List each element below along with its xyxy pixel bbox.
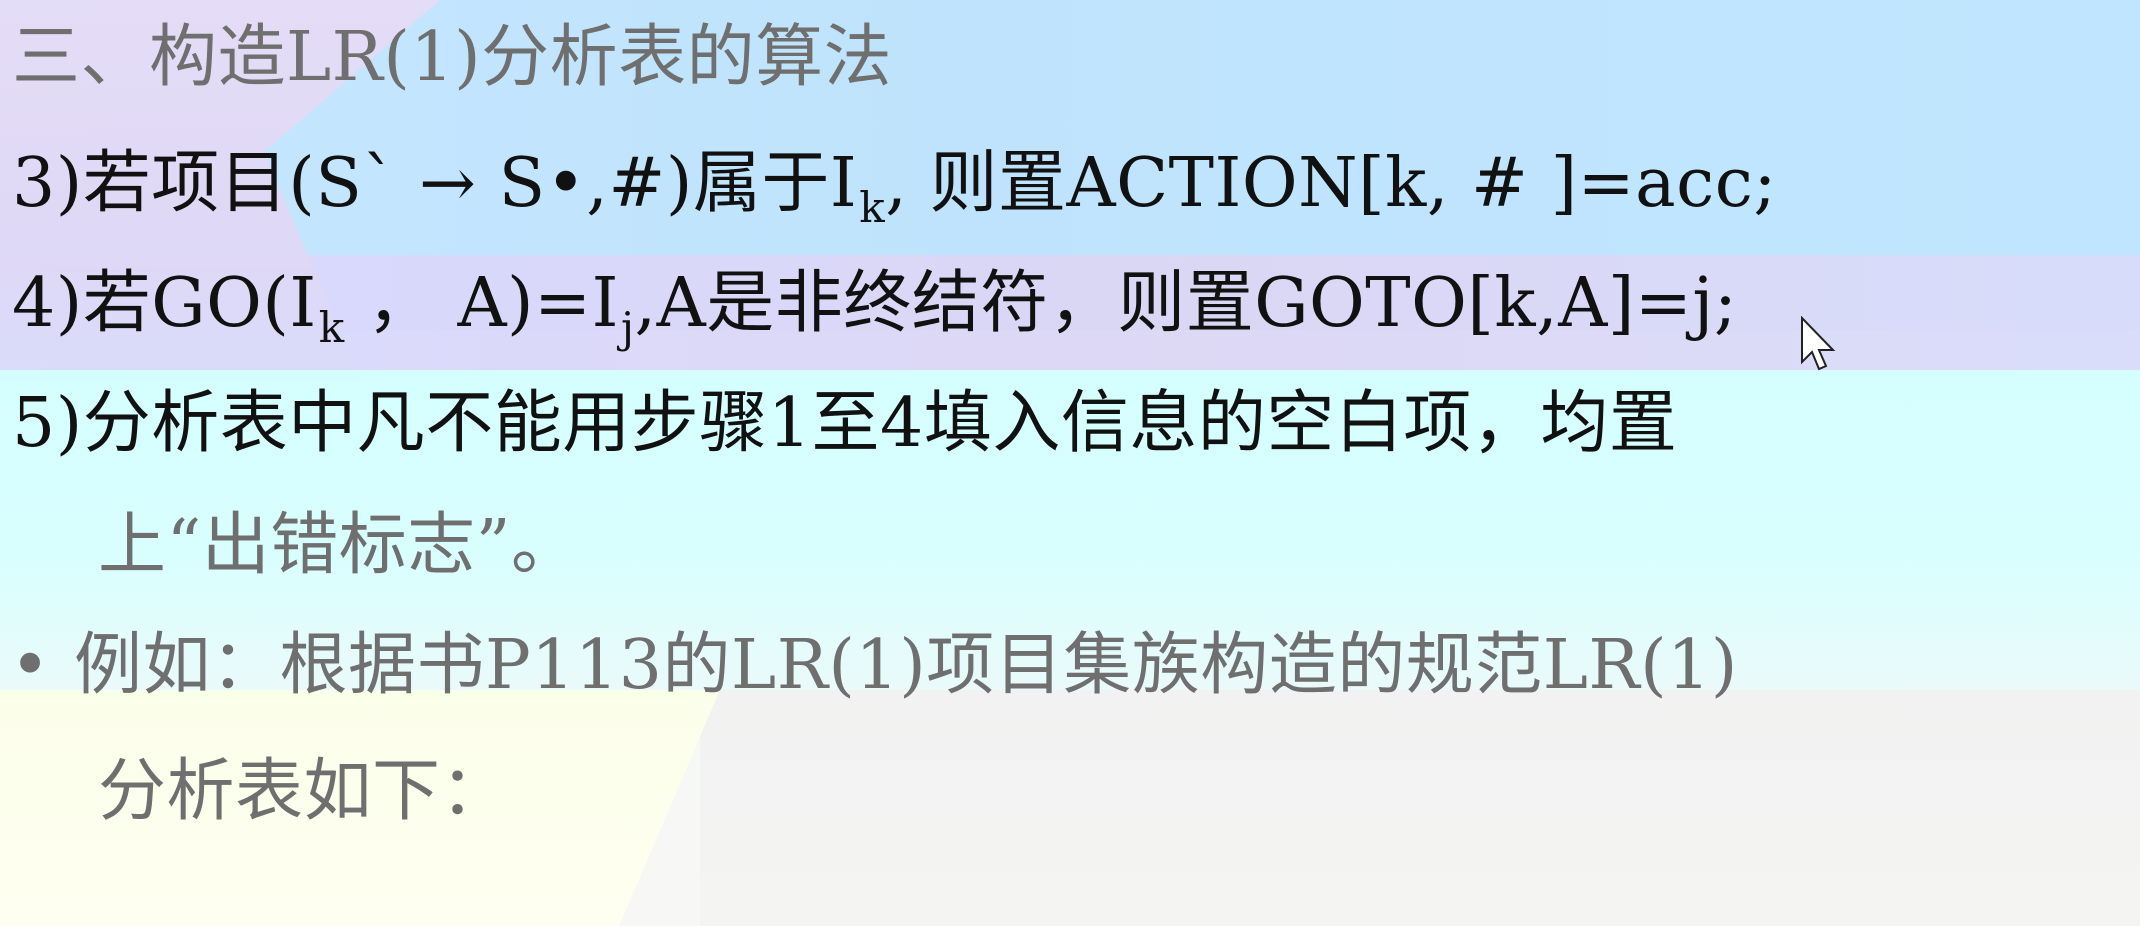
rule-4-line: 4)若GO(Ik ， A)=Ij,A是非终结符，则置GOTO[k,A]=j; [12,270,1737,349]
rule-4-subscript-j: j [620,303,635,352]
slide-title: 三、构造LR(1)分析表的算法 [12,18,893,97]
rule-3-line: 3)若项目(S` → S•,#)属于Ik, 则置ACTION[k, # ]=ac… [12,150,1777,229]
mouse-pointer-icon [1801,316,1836,371]
bullet: • [10,626,51,705]
example-line-2: 分析表如下： [98,752,510,831]
rule-3-text: 3)若项目(S` → S•,#)属于I [12,144,858,223]
rule-4-subscript-k: k [318,303,345,352]
rule-3-tail: , 则置ACTION[k, # ]=acc; [885,144,1777,223]
rule-5-line-2: 上“出错标志”。 [98,506,580,585]
example-text-1: 例如：根据书P113的LR(1)项目集族构造的规范LR(1) [74,626,1738,705]
slide-content: 三、构造LR(1)分析表的算法 3)若项目(S` → S•,#)属于Ik, 则置… [0,0,2140,926]
rule-5-line-1: 5)分析表中凡不能用步骤1至4填入信息的空白项，均置 [12,384,1678,463]
rule-3-subscript: k [859,183,886,232]
example-line-1: • 例如：根据书P113的LR(1)项目集族构造的规范LR(1) [10,632,1738,700]
rule-4-tail: ,A是非终结符，则置GOTO[k,A]=j; [634,264,1738,343]
rule-4-middle: ， A)=I [344,264,619,343]
rule-4-text: 4)若GO(I [12,264,317,343]
